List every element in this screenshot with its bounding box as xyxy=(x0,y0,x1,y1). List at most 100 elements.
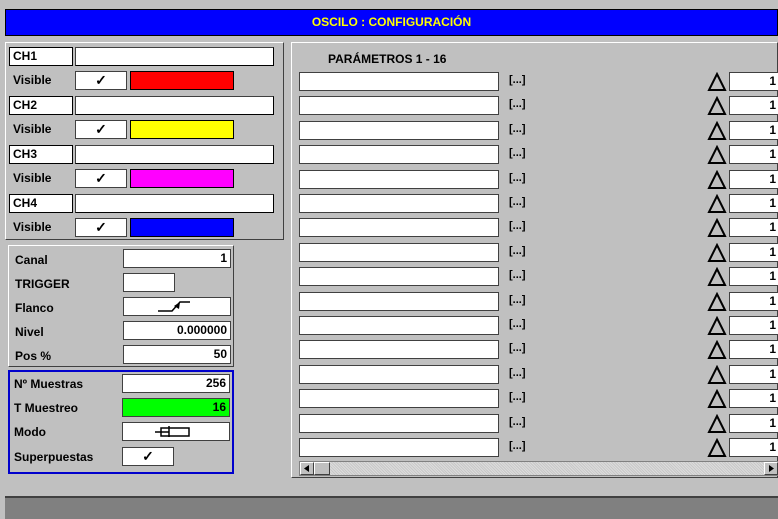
param-value-input[interactable]: 1 xyxy=(729,72,778,91)
param-row: [...] 1 xyxy=(299,364,778,384)
channel-name-input[interactable] xyxy=(75,194,274,213)
channel-color-swatch[interactable] xyxy=(130,169,234,188)
param-value-input[interactable]: 1 xyxy=(729,316,778,335)
channel-color-swatch[interactable] xyxy=(130,71,234,90)
scroll-left-button[interactable] xyxy=(300,462,314,475)
param-name-input[interactable] xyxy=(299,291,499,311)
param-name-input[interactable] xyxy=(299,438,499,457)
delta-icon[interactable] xyxy=(707,242,727,262)
nivel-input[interactable]: 0.000000 xyxy=(123,321,231,340)
horizontal-scrollbar[interactable] xyxy=(299,461,778,476)
scroll-thumb[interactable] xyxy=(314,462,330,475)
param-browse-button[interactable]: [...] xyxy=(509,416,526,428)
channel-name-label: CH3 xyxy=(9,145,73,164)
param-name-input[interactable] xyxy=(299,413,499,433)
param-browse-button[interactable]: [...] xyxy=(509,147,526,159)
delta-icon[interactable] xyxy=(707,218,727,238)
channel-color-swatch[interactable] xyxy=(130,120,234,139)
param-name-input[interactable] xyxy=(299,120,499,140)
param-value-input[interactable]: 1 xyxy=(729,194,778,213)
flanco-selector[interactable] xyxy=(123,297,231,316)
param-name-input[interactable] xyxy=(299,194,499,213)
delta-icon[interactable] xyxy=(707,291,727,311)
param-row: [...] 1 xyxy=(299,194,778,213)
param-row: [...] 1 xyxy=(299,72,778,91)
channel-name-input[interactable] xyxy=(75,96,274,115)
visible-label: Visible xyxy=(9,218,73,237)
param-value-input[interactable]: 1 xyxy=(729,96,778,116)
delta-icon[interactable] xyxy=(707,340,727,360)
param-name-input[interactable] xyxy=(299,316,499,335)
param-value-input[interactable]: 1 xyxy=(729,364,778,384)
param-value-input[interactable]: 1 xyxy=(729,169,778,189)
delta-icon[interactable] xyxy=(707,389,727,409)
delta-icon[interactable] xyxy=(707,72,727,91)
param-name-input[interactable] xyxy=(299,145,499,165)
delta-icon[interactable] xyxy=(707,267,727,287)
pos-input[interactable]: 50 xyxy=(123,345,231,364)
param-name-input[interactable] xyxy=(299,267,499,287)
param-browse-button[interactable]: [...] xyxy=(509,123,526,135)
modo-label: Modo xyxy=(14,425,46,439)
delta-icon[interactable] xyxy=(707,438,727,457)
visible-checkbox[interactable]: ✓ xyxy=(75,71,127,90)
trigger-input[interactable] xyxy=(123,273,175,292)
visible-checkbox[interactable]: ✓ xyxy=(75,218,127,237)
param-value-input[interactable]: 1 xyxy=(729,438,778,457)
delta-icon[interactable] xyxy=(707,413,727,433)
param-browse-button[interactable]: [...] xyxy=(509,74,526,86)
param-value-input[interactable]: 1 xyxy=(729,389,778,409)
channel-row: CH1 xyxy=(9,47,274,66)
delta-icon[interactable] xyxy=(707,120,727,140)
channel-name-input[interactable] xyxy=(75,47,274,66)
param-name-input[interactable] xyxy=(299,218,499,238)
param-browse-button[interactable]: [...] xyxy=(509,98,526,110)
tmuestreo-input[interactable]: 16 xyxy=(122,398,230,417)
delta-icon[interactable] xyxy=(707,145,727,165)
delta-icon[interactable] xyxy=(707,194,727,213)
param-name-input[interactable] xyxy=(299,340,499,360)
modo-selector[interactable] xyxy=(122,422,230,441)
param-name-input[interactable] xyxy=(299,389,499,409)
param-browse-button[interactable]: [...] xyxy=(509,269,526,281)
canal-input[interactable]: 1 xyxy=(123,249,231,268)
nivel-label: Nivel xyxy=(15,325,44,339)
param-value-input[interactable]: 1 xyxy=(729,145,778,165)
delta-icon[interactable] xyxy=(707,169,727,189)
sampling-panel: Nº Muestras 256 T Muestreo 16 Modo Super… xyxy=(8,370,234,474)
param-browse-button[interactable]: [...] xyxy=(509,367,526,379)
channel-color-swatch[interactable] xyxy=(130,218,234,237)
param-name-input[interactable] xyxy=(299,169,499,189)
channel-row: CH3 xyxy=(9,145,274,164)
param-row: [...] 1 xyxy=(299,316,778,335)
param-browse-button[interactable]: [...] xyxy=(509,196,526,208)
visible-checkbox[interactable]: ✓ xyxy=(75,169,127,188)
param-name-input[interactable] xyxy=(299,96,499,116)
delta-icon[interactable] xyxy=(707,96,727,116)
param-value-input[interactable]: 1 xyxy=(729,218,778,238)
param-browse-button[interactable]: [...] xyxy=(509,220,526,232)
param-name-input[interactable] xyxy=(299,364,499,384)
param-browse-button[interactable]: [...] xyxy=(509,440,526,452)
param-browse-button[interactable]: [...] xyxy=(509,391,526,403)
muestras-input[interactable]: 256 xyxy=(122,374,230,393)
param-value-input[interactable]: 1 xyxy=(729,340,778,360)
param-browse-button[interactable]: [...] xyxy=(509,318,526,330)
delta-icon[interactable] xyxy=(707,364,727,384)
channel-name-input[interactable] xyxy=(75,145,274,164)
visible-checkbox[interactable]: ✓ xyxy=(75,120,127,139)
param-name-input[interactable] xyxy=(299,242,499,262)
delta-icon[interactable] xyxy=(707,316,727,335)
param-name-input[interactable] xyxy=(299,72,499,91)
param-browse-button[interactable]: [...] xyxy=(509,294,526,306)
param-value-input[interactable]: 1 xyxy=(729,267,778,287)
scroll-right-button[interactable] xyxy=(764,462,778,475)
param-value-input[interactable]: 1 xyxy=(729,413,778,433)
param-value-input[interactable]: 1 xyxy=(729,120,778,140)
param-value-input[interactable]: 1 xyxy=(729,242,778,262)
param-browse-button[interactable]: [...] xyxy=(509,245,526,257)
param-browse-button[interactable]: [...] xyxy=(509,342,526,354)
superpuestas-checkbox[interactable]: ✓ xyxy=(122,447,174,466)
param-value-input[interactable]: 1 xyxy=(729,291,778,311)
param-browse-button[interactable]: [...] xyxy=(509,172,526,184)
